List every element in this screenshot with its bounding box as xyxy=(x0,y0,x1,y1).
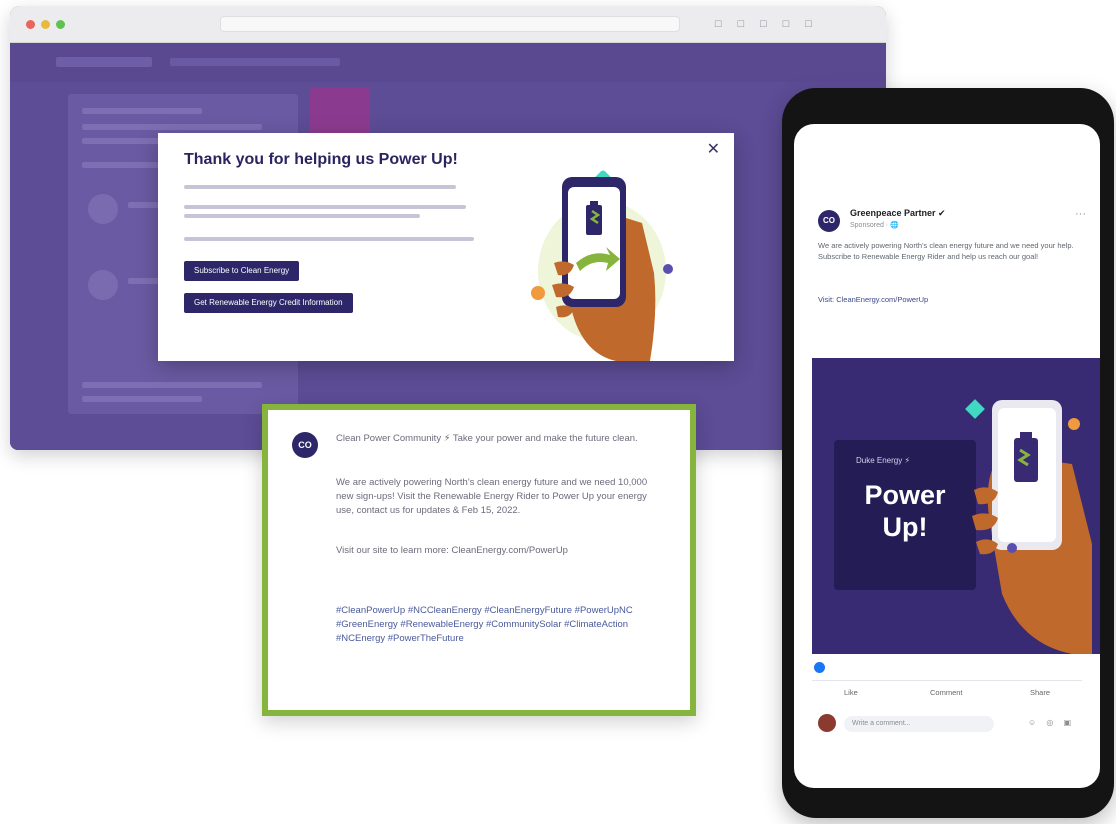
user-avatar xyxy=(818,714,836,732)
post-intro: Clean Power Community ⚡ Take your power … xyxy=(336,433,638,444)
promo-brand: Duke Energy ⚡ xyxy=(856,456,911,465)
comment-tools-icons[interactable]: ☺ ◎ ▣ xyxy=(1028,718,1075,727)
toolbar-icons[interactable]: ☐ ☐ ☐ ☐ ☐ xyxy=(714,19,818,30)
avatar[interactable]: CO xyxy=(292,432,318,458)
more-options-icon[interactable]: ··· xyxy=(1075,208,1086,220)
post-text: We are actively powering North's clean e… xyxy=(818,241,1074,261)
page-name[interactable]: Greenpeace Partner ✔ xyxy=(850,208,946,219)
thank-you-modal: ✕ Thank you for helping us Power Up! Sub… xyxy=(158,133,734,361)
social-post-card: CO Clean Power Community ⚡ Take your pow… xyxy=(262,404,696,716)
post-link[interactable]: Visit: CleanEnergy.com/PowerUp xyxy=(818,294,1088,305)
phone-device: CO Greenpeace Partner ✔ Sponsored · 🌐 ··… xyxy=(782,88,1114,818)
post-image[interactable]: Duke Energy ⚡ Power Up! xyxy=(812,358,1100,654)
promo-title-line2: Up! xyxy=(882,512,928,542)
comment-input[interactable]: Write a comment... xyxy=(844,716,994,732)
post-cta: Visit our site to learn more: CleanEnerg… xyxy=(336,545,568,556)
modal-title: Thank you for helping us Power Up! xyxy=(184,151,458,168)
maximize-window-icon[interactable] xyxy=(56,20,65,29)
subscribe-button[interactable]: Subscribe to Clean Energy xyxy=(184,261,300,281)
modal-text-line xyxy=(184,205,466,209)
share-button[interactable]: Share xyxy=(1030,688,1050,697)
modal-text-line xyxy=(184,214,420,218)
site-navigation xyxy=(10,43,886,83)
page-avatar[interactable]: CO xyxy=(818,210,840,232)
divider xyxy=(812,680,1082,681)
phone-hand-illustration xyxy=(965,399,1092,654)
like-button[interactable]: Like xyxy=(844,688,858,697)
minimize-window-icon[interactable] xyxy=(41,20,50,29)
site-logo[interactable] xyxy=(56,57,152,67)
post-body: We are actively powering North's clean e… xyxy=(336,477,648,516)
close-window-icon[interactable] xyxy=(26,20,35,29)
post-hashtags[interactable]: #CleanPowerUp #NCCleanEnergy #CleanEnerg… xyxy=(336,604,656,646)
like-reaction-icon xyxy=(814,662,825,673)
site-nav-links[interactable] xyxy=(170,58,340,66)
renewable-info-button[interactable]: Get Renewable Energy Credit Information xyxy=(184,293,353,313)
power-up-promo: Duke Energy ⚡ Power Up! xyxy=(834,440,976,590)
comment-button[interactable]: Comment xyxy=(930,688,963,697)
phone-hand-illustration xyxy=(531,170,673,361)
modal-text-line xyxy=(184,185,456,189)
modal-text-line xyxy=(184,237,474,241)
browser-toolbar: ☐ ☐ ☐ ☐ ☐ xyxy=(10,6,886,43)
post-meta: Sponsored · 🌐 xyxy=(850,222,899,229)
phone-screen: CO Greenpeace Partner ✔ Sponsored · 🌐 ··… xyxy=(794,124,1100,788)
address-bar[interactable] xyxy=(220,16,680,32)
promo-title-line1: Power xyxy=(864,480,946,510)
